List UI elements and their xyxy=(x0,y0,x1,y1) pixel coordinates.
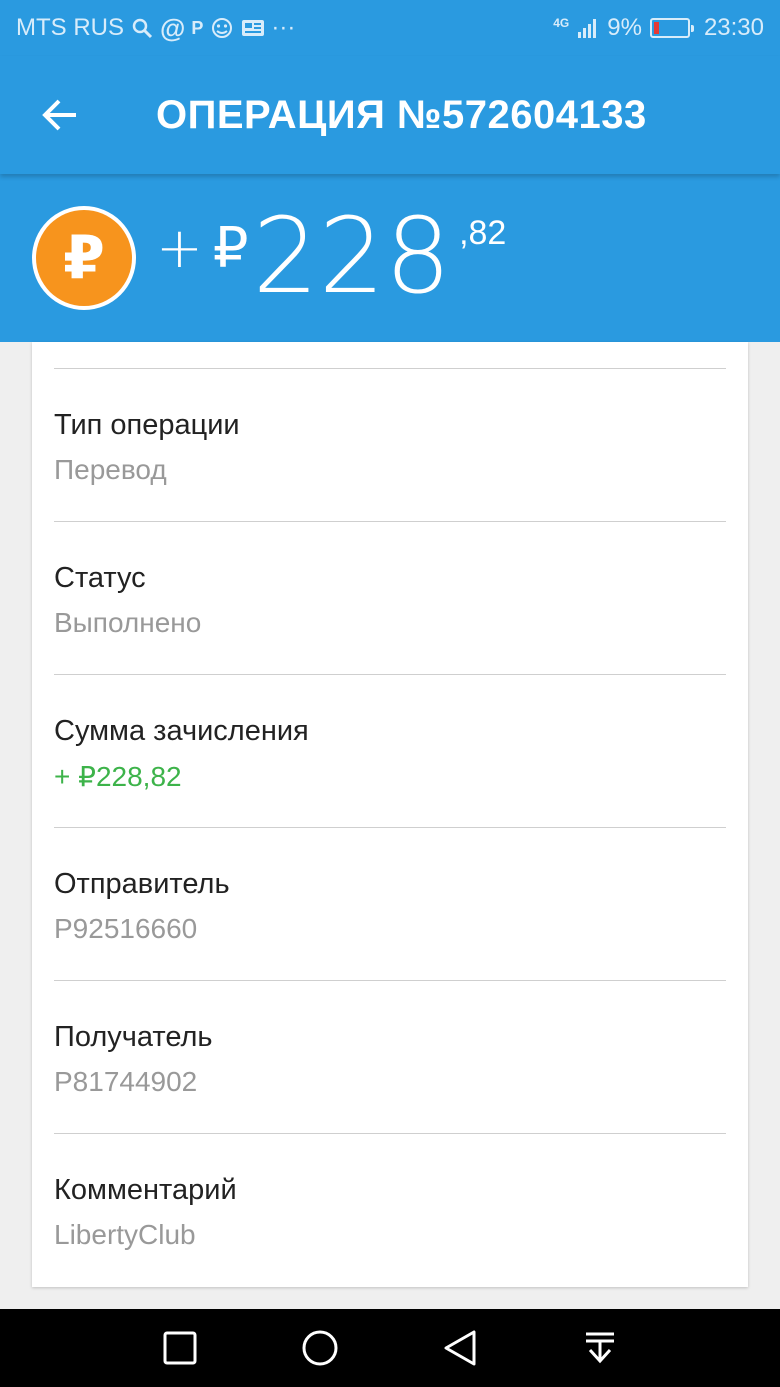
detail-row-recipient: Получатель P81744902 xyxy=(32,981,748,1134)
battery-icon xyxy=(649,18,694,38)
circle-icon xyxy=(302,1330,338,1366)
triangle-back-icon xyxy=(444,1330,476,1366)
arrow-back-icon xyxy=(42,99,76,131)
square-icon xyxy=(163,1331,197,1365)
detail-value: P92516660 xyxy=(54,913,198,944)
search-icon xyxy=(130,16,154,40)
detail-row-credited-amount: Сумма зачисления + ₽228,82 xyxy=(32,675,748,828)
detail-row-comment: Комментарий LibertyClub xyxy=(32,1134,748,1287)
back-nav-button[interactable] xyxy=(430,1318,490,1378)
coin-symbol: ₽ xyxy=(36,210,132,306)
amount-display: + ₽ 228 ,82 xyxy=(156,204,506,308)
detail-value: P81744902 xyxy=(54,1066,198,1097)
amount-header: ₽ + ₽ 228 ,82 xyxy=(0,174,780,342)
detail-value: Выполнено xyxy=(54,607,202,638)
at-icon: @ xyxy=(160,12,186,43)
detail-value: Перевод xyxy=(54,454,167,485)
detail-row-status: Статус Выполнено xyxy=(32,522,748,675)
signal-icon xyxy=(577,17,599,39)
detail-label: Сумма зачисления xyxy=(54,715,309,747)
status-right: 4G 9% 23:30 xyxy=(553,14,764,42)
amount-sign: + xyxy=(156,216,203,281)
detail-label: Тип операции xyxy=(54,409,240,441)
detail-value: LibertyClub xyxy=(54,1219,196,1250)
battery-percent: 9% xyxy=(607,14,642,41)
details-card: Тип операции Перевод Статус Выполнено Су… xyxy=(32,342,748,1287)
ruble-coin-icon: ₽ xyxy=(32,206,136,310)
detail-row-sender: Отправитель P92516660 xyxy=(32,828,748,981)
amount-currency: ₽ xyxy=(212,216,249,281)
p-icon: P xyxy=(191,17,204,38)
amount-integer: 228 xyxy=(252,195,452,317)
more-dots-icon: ··· xyxy=(271,14,296,41)
recents-button[interactable] xyxy=(150,1318,210,1378)
back-button[interactable] xyxy=(0,56,120,174)
detail-label: Получатель xyxy=(54,1021,213,1053)
details-list: Тип операции Перевод Статус Выполнено Су… xyxy=(32,369,748,1287)
detail-label: Отправитель xyxy=(54,868,230,900)
detail-row-type: Тип операции Перевод xyxy=(32,369,748,522)
status-left: MTS RUS @ P ··· xyxy=(16,13,553,44)
home-button[interactable] xyxy=(290,1318,350,1378)
detail-value: + ₽228,82 xyxy=(54,761,182,792)
network-label: 4G xyxy=(553,16,570,30)
detail-label: Статус xyxy=(54,562,146,594)
clock: 23:30 xyxy=(703,14,764,41)
notifications-button[interactable] xyxy=(570,1318,630,1378)
carrier-label: MTS RUS xyxy=(16,14,124,41)
news-icon xyxy=(241,18,265,38)
download-arrow-icon xyxy=(586,1332,614,1364)
mascot-icon xyxy=(209,16,235,40)
amount-fraction: ,82 xyxy=(459,214,507,252)
app-bar: ОПЕРАЦИЯ №572604133 xyxy=(0,56,780,174)
status-bar: MTS RUS @ P ··· 4G 9% 23:30 xyxy=(0,0,780,56)
system-nav-bar xyxy=(0,1309,780,1387)
detail-label: Комментарий xyxy=(54,1174,237,1206)
page-title: ОПЕРАЦИЯ №572604133 xyxy=(156,92,647,137)
